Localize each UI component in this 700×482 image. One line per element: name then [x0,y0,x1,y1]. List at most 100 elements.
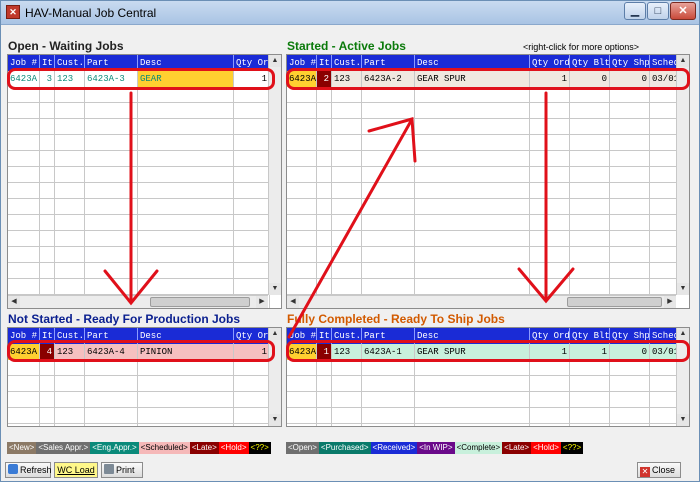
cell-qty-blt: 0 [570,71,610,87]
col-job[interactable]: Job # [287,55,317,71]
app-icon: ✕ [6,5,20,19]
scroll-down-icon[interactable]: ▼ [269,414,281,426]
cell-cust: 123 [55,344,85,360]
cell-qty-shp: 0 [610,71,650,87]
legend-item: <New> [7,442,37,454]
col-part[interactable]: Part [362,328,415,344]
print-button[interactable]: Print [101,462,143,478]
scroll-up-icon[interactable]: ▲ [269,55,281,67]
window-close-button[interactable]: ✕ [670,2,696,20]
table-row[interactable]: 6423A 3 123 6423A-3 GEAR 1 [8,71,270,87]
col-cust[interactable]: Cust. [332,328,362,344]
col-cust[interactable]: Cust. [55,55,85,71]
table-row[interactable]: 6423A 4 123 6423A-4 PINION 1 [8,344,270,360]
open-jobs-title: Open - Waiting Jobs [8,39,124,53]
completed-jobs-grid[interactable]: Job # It Cust. Part Desc Qty Ord Qty Blt… [286,327,690,427]
legend-item: <Received> [370,442,418,454]
scroll-down-icon[interactable]: ▼ [677,414,689,426]
close-button[interactable]: ✕ Close [637,462,681,478]
col-qty-blt[interactable]: Qty Blt [570,55,610,71]
scroll-up-icon[interactable]: ▲ [269,328,281,340]
col-job[interactable]: Job # [8,55,40,71]
legend-item: <??> [248,442,271,454]
scroll-thumb[interactable] [567,297,662,307]
scroll-down-icon[interactable]: ▼ [677,283,689,295]
scroll-left-icon[interactable]: ◀ [8,296,20,308]
col-qty-shp[interactable]: Qty Shp [610,328,650,344]
cell-item: 3 [40,71,55,87]
legend-item: <In WIP> [417,442,455,454]
col-qty-ord[interactable]: Qty Ord [530,328,570,344]
col-qty-blt[interactable]: Qty Blt [570,328,610,344]
cell-desc: PINION [138,344,234,360]
started-jobs-header: Job # It Cust. Part Desc Qty Ord Qty Blt… [287,55,689,71]
col-item[interactable]: It [40,55,55,71]
job-central-window: ✕ HAV-Manual Job Central ▁ □ ✕ Open - Wa… [0,0,700,482]
col-qty-ord[interactable]: Qty Ord [530,55,570,71]
scroll-right-icon[interactable]: ▶ [664,296,676,308]
wc-load-button[interactable]: WC Load [54,462,98,478]
scroll-up-icon[interactable]: ▲ [677,55,689,67]
status-legend-right: <Open> <Purchased> <Received> <In WIP> <Comp… [286,442,584,454]
open-vscroll[interactable]: ▲ ▼ [268,55,281,295]
legend-item: <??> [560,442,584,454]
cell-job: 6423A [287,71,317,87]
legend-item: <Purchased> [318,442,371,454]
table-row[interactable]: 6423A 1 123 6423A-1 GEAR SPUR 1 1 0 03/0… [287,344,689,360]
col-item[interactable]: It [317,328,332,344]
cell-job: 6423A [8,71,40,87]
refresh-icon [8,464,18,474]
col-qty-ord[interactable]: Qty Ord [234,55,270,71]
not-started-jobs-grid[interactable]: Job # It Cust. Part Desc Qty Ord 6423A 4… [7,327,282,427]
started-vscroll[interactable]: ▲ ▼ [676,55,689,295]
legend-item: <Complete> [454,442,503,454]
col-qty-ord[interactable]: Qty Ord [234,328,270,344]
started-hscroll[interactable]: ◀ ▶ [287,295,676,308]
col-qty-shp[interactable]: Qty Shp [610,55,650,71]
col-desc[interactable]: Desc [415,55,530,71]
scroll-right-icon[interactable]: ▶ [256,296,268,308]
not-started-vscroll[interactable]: ▲ ▼ [268,328,281,426]
col-part[interactable]: Part [85,328,138,344]
cell-job: 6423A [287,344,317,360]
open-hscroll[interactable]: ◀ ▶ [8,295,268,308]
scroll-left-icon[interactable]: ◀ [287,296,299,308]
maximize-button[interactable]: □ [647,2,669,20]
refresh-button[interactable]: Refresh [5,462,52,478]
completed-jobs-header: Job # It Cust. Part Desc Qty Ord Qty Blt… [287,328,689,344]
legend-item: <Hold> [531,442,561,454]
cell-desc: GEAR [138,71,234,87]
col-cust[interactable]: Cust. [55,328,85,344]
not-started-jobs-header: Job # It Cust. Part Desc Qty Ord [8,328,270,344]
col-job[interactable]: Job # [287,328,317,344]
minimize-button[interactable]: ▁ [624,2,646,20]
scroll-up-icon[interactable]: ▲ [677,328,689,340]
col-desc[interactable]: Desc [415,328,530,344]
col-job[interactable]: Job # [8,328,40,344]
cell-part: 6423A-1 [362,344,415,360]
legend-item: <Scheduled> [138,442,190,454]
started-jobs-grid[interactable]: Job # It Cust. Part Desc Qty Ord Qty Blt… [286,54,690,309]
cell-part: 6423A-3 [85,71,138,87]
right-click-hint: <right-click for more options> [523,42,640,52]
open-jobs-header: Job # It Cust. Part Desc Qty Ord [8,55,270,71]
scroll-down-icon[interactable]: ▼ [269,283,281,295]
col-cust[interactable]: Cust. [332,55,362,71]
legend-item: <Late> [502,442,532,454]
completed-vscroll[interactable]: ▲ ▼ [676,328,689,426]
cell-item: 2 [317,71,332,87]
cell-desc: GEAR SPUR [415,71,530,87]
table-row[interactable]: 6423A 2 123 6423A-2 GEAR SPUR 1 0 0 03/0… [287,71,689,87]
close-icon: ✕ [640,467,650,477]
col-item[interactable]: It [317,55,332,71]
legend-item: <Open> [286,442,319,454]
col-item[interactable]: It [40,328,55,344]
col-part[interactable]: Part [362,55,415,71]
legend-item: <Hold> [218,442,249,454]
scroll-thumb[interactable] [150,297,250,307]
open-jobs-grid[interactable]: Job # It Cust. Part Desc Qty Ord 6423A 3… [7,54,282,309]
col-desc[interactable]: Desc [138,55,234,71]
col-desc[interactable]: Desc [138,328,234,344]
col-part[interactable]: Part [85,55,138,71]
title-bar: ✕ HAV-Manual Job Central ▁ □ ✕ [1,1,699,25]
